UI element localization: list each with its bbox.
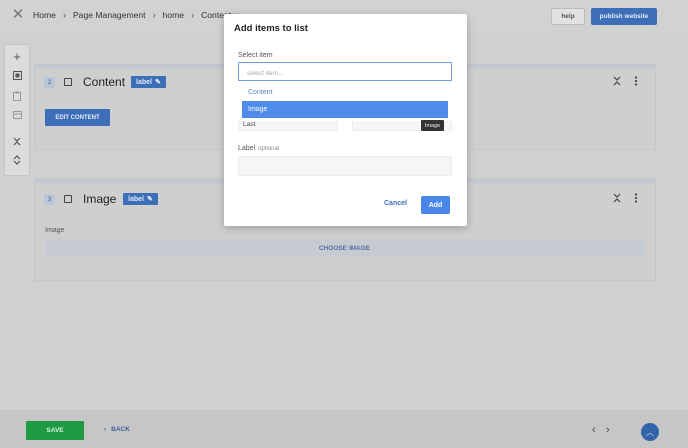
item-number-badge: 3	[44, 194, 55, 205]
select-item-input[interactable]: select item...	[238, 62, 452, 81]
chevron-right-icon: ›	[152, 10, 156, 20]
chevron-right-icon: ›	[62, 10, 66, 20]
edit-content-button[interactable]: EDIT CONTENT	[45, 109, 110, 126]
optional-hint: optional	[258, 146, 280, 152]
chevron-left-icon: ‹	[104, 426, 107, 433]
scroll-top-button[interactable]: ︿	[641, 423, 659, 441]
add-button[interactable]: Add	[421, 196, 450, 214]
select-checkbox[interactable]	[64, 78, 72, 86]
breadcrumb-page-management[interactable]: Page Management	[73, 10, 146, 20]
label-field-label: Label optional	[238, 145, 280, 152]
chevron-up-icon: ︿	[646, 427, 654, 437]
label-badge[interactable]: label ✎	[123, 193, 158, 205]
save-button[interactable]: SAVE	[26, 421, 84, 440]
select-item-dropdown: Content Image	[238, 81, 452, 121]
prev-page-icon[interactable]: ‹	[592, 424, 596, 436]
label-badge[interactable]: label ✎	[131, 76, 166, 88]
expand-icon[interactable]	[5, 155, 29, 169]
publish-website-button[interactable]: publish website	[591, 8, 657, 25]
pencil-icon: ✎	[146, 196, 153, 203]
more-vert-icon[interactable]	[634, 193, 638, 206]
dialog-title: Add items to list	[234, 23, 308, 34]
collapse-icon[interactable]	[613, 193, 621, 206]
item-number-badge: 2	[44, 77, 55, 88]
image-field-label: Image	[45, 227, 65, 234]
option-tooltip: Image	[421, 120, 444, 131]
chevron-right-icon: ›	[191, 10, 195, 20]
cancel-button[interactable]: Cancel	[384, 200, 407, 207]
select-item-label: Select item	[238, 52, 273, 59]
more-vert-icon[interactable]	[634, 76, 638, 89]
choose-image-button[interactable]: CHOOSE IMAGE	[45, 239, 644, 257]
label-badge-text: label	[128, 195, 144, 203]
label-badge-text: label	[136, 78, 152, 86]
pencil-icon: ✎	[154, 79, 161, 86]
collapse-icon[interactable]	[5, 137, 29, 150]
card-title: Content	[83, 75, 126, 89]
collapse-icon[interactable]	[613, 76, 621, 89]
clipboard-icon[interactable]	[5, 91, 29, 105]
layout-icon[interactable]	[5, 111, 29, 123]
option-content[interactable]: Content	[242, 84, 448, 101]
plus-icon[interactable]: +	[5, 50, 29, 63]
next-page-icon[interactable]: ›	[606, 424, 610, 436]
option-image[interactable]: Image	[242, 101, 448, 118]
help-button[interactable]: help	[551, 8, 585, 25]
select-checkbox[interactable]	[64, 195, 72, 203]
breadcrumb-page[interactable]: home	[163, 10, 185, 20]
back-label: BACK	[111, 426, 130, 433]
label-input[interactable]	[238, 156, 452, 176]
breadcrumb: Home › Page Management › home › Content …	[33, 10, 246, 20]
select-icon[interactable]	[5, 71, 29, 84]
close-icon[interactable]: ✕	[11, 7, 25, 22]
card-title: Image	[83, 192, 117, 206]
partial-field-value: Last	[243, 121, 256, 128]
side-toolbar: +	[4, 44, 30, 176]
breadcrumb-home[interactable]: Home	[33, 10, 56, 20]
back-button[interactable]: ‹ BACK	[104, 426, 130, 433]
add-items-dialog: Add items to list Select item Last selec…	[224, 14, 467, 226]
